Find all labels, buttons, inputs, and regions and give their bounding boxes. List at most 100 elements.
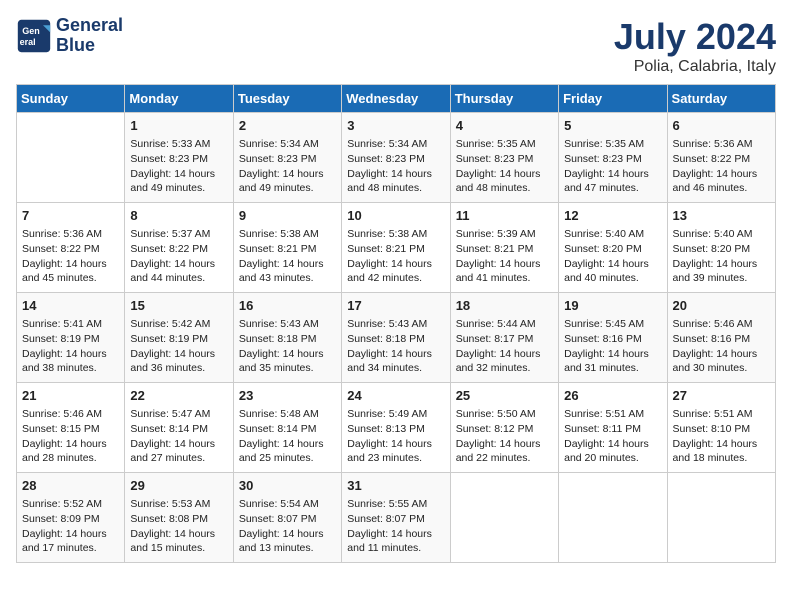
day-info-line: Sunset: 8:23 PM: [347, 152, 444, 167]
day-number: 2: [239, 117, 336, 135]
day-info-line: Sunset: 8:22 PM: [130, 242, 227, 257]
calendar-cell: 12Sunrise: 5:40 AMSunset: 8:20 PMDayligh…: [559, 203, 667, 293]
day-info-line: Daylight: 14 hours: [564, 437, 661, 452]
day-info-line: Sunset: 8:15 PM: [22, 422, 119, 437]
day-info-line: Sunrise: 5:46 AM: [22, 407, 119, 422]
day-number: 5: [564, 117, 661, 135]
day-number: 11: [456, 207, 553, 225]
day-info-line: Daylight: 14 hours: [673, 257, 770, 272]
day-info-line: Daylight: 14 hours: [239, 257, 336, 272]
calendar-cell: 9Sunrise: 5:38 AMSunset: 8:21 PMDaylight…: [233, 203, 341, 293]
day-info-line: Sunrise: 5:40 AM: [673, 227, 770, 242]
day-info-line: and 34 minutes.: [347, 361, 444, 376]
day-info-line: and 47 minutes.: [564, 181, 661, 196]
day-info-line: and 41 minutes.: [456, 271, 553, 286]
day-info-line: Sunset: 8:18 PM: [347, 332, 444, 347]
day-number: 15: [130, 297, 227, 315]
day-info-line: Sunset: 8:23 PM: [130, 152, 227, 167]
day-info-line: and 44 minutes.: [130, 271, 227, 286]
calendar-cell: 19Sunrise: 5:45 AMSunset: 8:16 PMDayligh…: [559, 293, 667, 383]
day-info-line: and 22 minutes.: [456, 451, 553, 466]
day-number: 25: [456, 387, 553, 405]
day-info-line: Daylight: 14 hours: [347, 167, 444, 182]
day-info-line: Sunrise: 5:36 AM: [673, 137, 770, 152]
calendar-cell: [450, 473, 558, 563]
calendar-cell: 30Sunrise: 5:54 AMSunset: 8:07 PMDayligh…: [233, 473, 341, 563]
day-info-line: Sunrise: 5:34 AM: [239, 137, 336, 152]
day-info-line: Daylight: 14 hours: [130, 527, 227, 542]
day-info-line: and 39 minutes.: [673, 271, 770, 286]
calendar-cell: 2 Sunrise: 5:34 AMSunset: 8:23 PMDaylight…: [233, 113, 341, 203]
day-number: 31: [347, 477, 444, 495]
day-info-line: and 13 minutes.: [239, 541, 336, 556]
calendar-cell: 16Sunrise: 5:43 AMSunset: 8:18 PMDayligh…: [233, 293, 341, 383]
page-header: Gen eral General Blue July 2024 Polia, C…: [16, 16, 776, 76]
svg-text:Gen: Gen: [22, 26, 40, 36]
day-info-line: and 18 minutes.: [673, 451, 770, 466]
day-info-line: Sunrise: 5:44 AM: [456, 317, 553, 332]
day-info-line: Sunset: 8:19 PM: [130, 332, 227, 347]
title-block: July 2024 Polia, Calabria, Italy: [614, 16, 776, 76]
calendar-cell: 14Sunrise: 5:41 AMSunset: 8:19 PMDayligh…: [17, 293, 125, 383]
day-info-line: Sunrise: 5:51 AM: [564, 407, 661, 422]
calendar-cell: 6Sunrise: 5:36 AMSunset: 8:22 PMDaylight…: [667, 113, 775, 203]
day-info-line: and 48 minutes.: [347, 181, 444, 196]
calendar-week-4: 21Sunrise: 5:46 AMSunset: 8:15 PMDayligh…: [17, 383, 776, 473]
day-info-line: Sunrise: 5:47 AM: [130, 407, 227, 422]
day-info-line: Daylight: 14 hours: [22, 257, 119, 272]
calendar-cell: 5Sunrise: 5:35 AMSunset: 8:23 PMDaylight…: [559, 113, 667, 203]
day-info-line: Sunrise: 5:35 AM: [456, 137, 553, 152]
calendar-cell: 3Sunrise: 5:34 AMSunset: 8:23 PMDaylight…: [342, 113, 450, 203]
day-info-line: and 25 minutes.: [239, 451, 336, 466]
day-info-line: Sunset: 8:19 PM: [22, 332, 119, 347]
day-info-line: Sunset: 8:21 PM: [456, 242, 553, 257]
day-info-line: Daylight: 14 hours: [456, 347, 553, 362]
calendar-cell: 27Sunrise: 5:51 AMSunset: 8:10 PMDayligh…: [667, 383, 775, 473]
day-info-line: Sunset: 8:10 PM: [673, 422, 770, 437]
day-number: 24: [347, 387, 444, 405]
calendar-cell: 10Sunrise: 5:38 AMSunset: 8:21 PMDayligh…: [342, 203, 450, 293]
day-info-line: Daylight: 14 hours: [239, 347, 336, 362]
day-number: 10: [347, 207, 444, 225]
day-info-line: Sunset: 8:23 PM: [564, 152, 661, 167]
day-number: 30: [239, 477, 336, 495]
day-info-line: Sunrise: 5:53 AM: [130, 497, 227, 512]
day-number: 14: [22, 297, 119, 315]
day-info-line: Daylight: 14 hours: [673, 167, 770, 182]
day-number: 29: [130, 477, 227, 495]
day-info-line: Sunrise: 5:43 AM: [347, 317, 444, 332]
day-info-line: Sunset: 8:22 PM: [22, 242, 119, 257]
calendar-cell: 11Sunrise: 5:39 AMSunset: 8:21 PMDayligh…: [450, 203, 558, 293]
day-info-line: and 27 minutes.: [130, 451, 227, 466]
calendar-cell: 31Sunrise: 5:55 AMSunset: 8:07 PMDayligh…: [342, 473, 450, 563]
day-info-line: Sunset: 8:14 PM: [239, 422, 336, 437]
day-info-line: Daylight: 14 hours: [347, 527, 444, 542]
day-info-line: Sunrise: 5:38 AM: [347, 227, 444, 242]
day-info-line: and 43 minutes.: [239, 271, 336, 286]
day-number: 22: [130, 387, 227, 405]
day-number: 9: [239, 207, 336, 225]
day-info-line: Sunrise: 5:38 AM: [239, 227, 336, 242]
day-info-line: Daylight: 14 hours: [130, 437, 227, 452]
day-info-line: and 48 minutes.: [456, 181, 553, 196]
calendar-week-3: 14Sunrise: 5:41 AMSunset: 8:19 PMDayligh…: [17, 293, 776, 383]
day-info-line: Daylight: 14 hours: [456, 257, 553, 272]
day-info-line: and 30 minutes.: [673, 361, 770, 376]
day-info-line: Daylight: 14 hours: [22, 347, 119, 362]
day-number: 26: [564, 387, 661, 405]
day-info-line: Sunset: 8:23 PM: [239, 152, 336, 167]
day-info-line: and 23 minutes.: [347, 451, 444, 466]
day-info-line: Sunrise: 5:50 AM: [456, 407, 553, 422]
calendar-week-2: 7Sunrise: 5:36 AMSunset: 8:22 PMDaylight…: [17, 203, 776, 293]
calendar-week-1: 1Sunrise: 5:33 AMSunset: 8:23 PMDaylight…: [17, 113, 776, 203]
calendar-cell: 1Sunrise: 5:33 AMSunset: 8:23 PMDaylight…: [125, 113, 233, 203]
day-info-line: Sunset: 8:20 PM: [564, 242, 661, 257]
day-info-line: Sunrise: 5:52 AM: [22, 497, 119, 512]
day-info-line: Daylight: 14 hours: [239, 167, 336, 182]
calendar-cell: [667, 473, 775, 563]
day-info-line: and 38 minutes.: [22, 361, 119, 376]
day-info-line: Sunset: 8:09 PM: [22, 512, 119, 527]
day-info-line: Daylight: 14 hours: [456, 437, 553, 452]
calendar-cell: 8Sunrise: 5:37 AMSunset: 8:22 PMDaylight…: [125, 203, 233, 293]
day-info-line: Daylight: 14 hours: [130, 257, 227, 272]
